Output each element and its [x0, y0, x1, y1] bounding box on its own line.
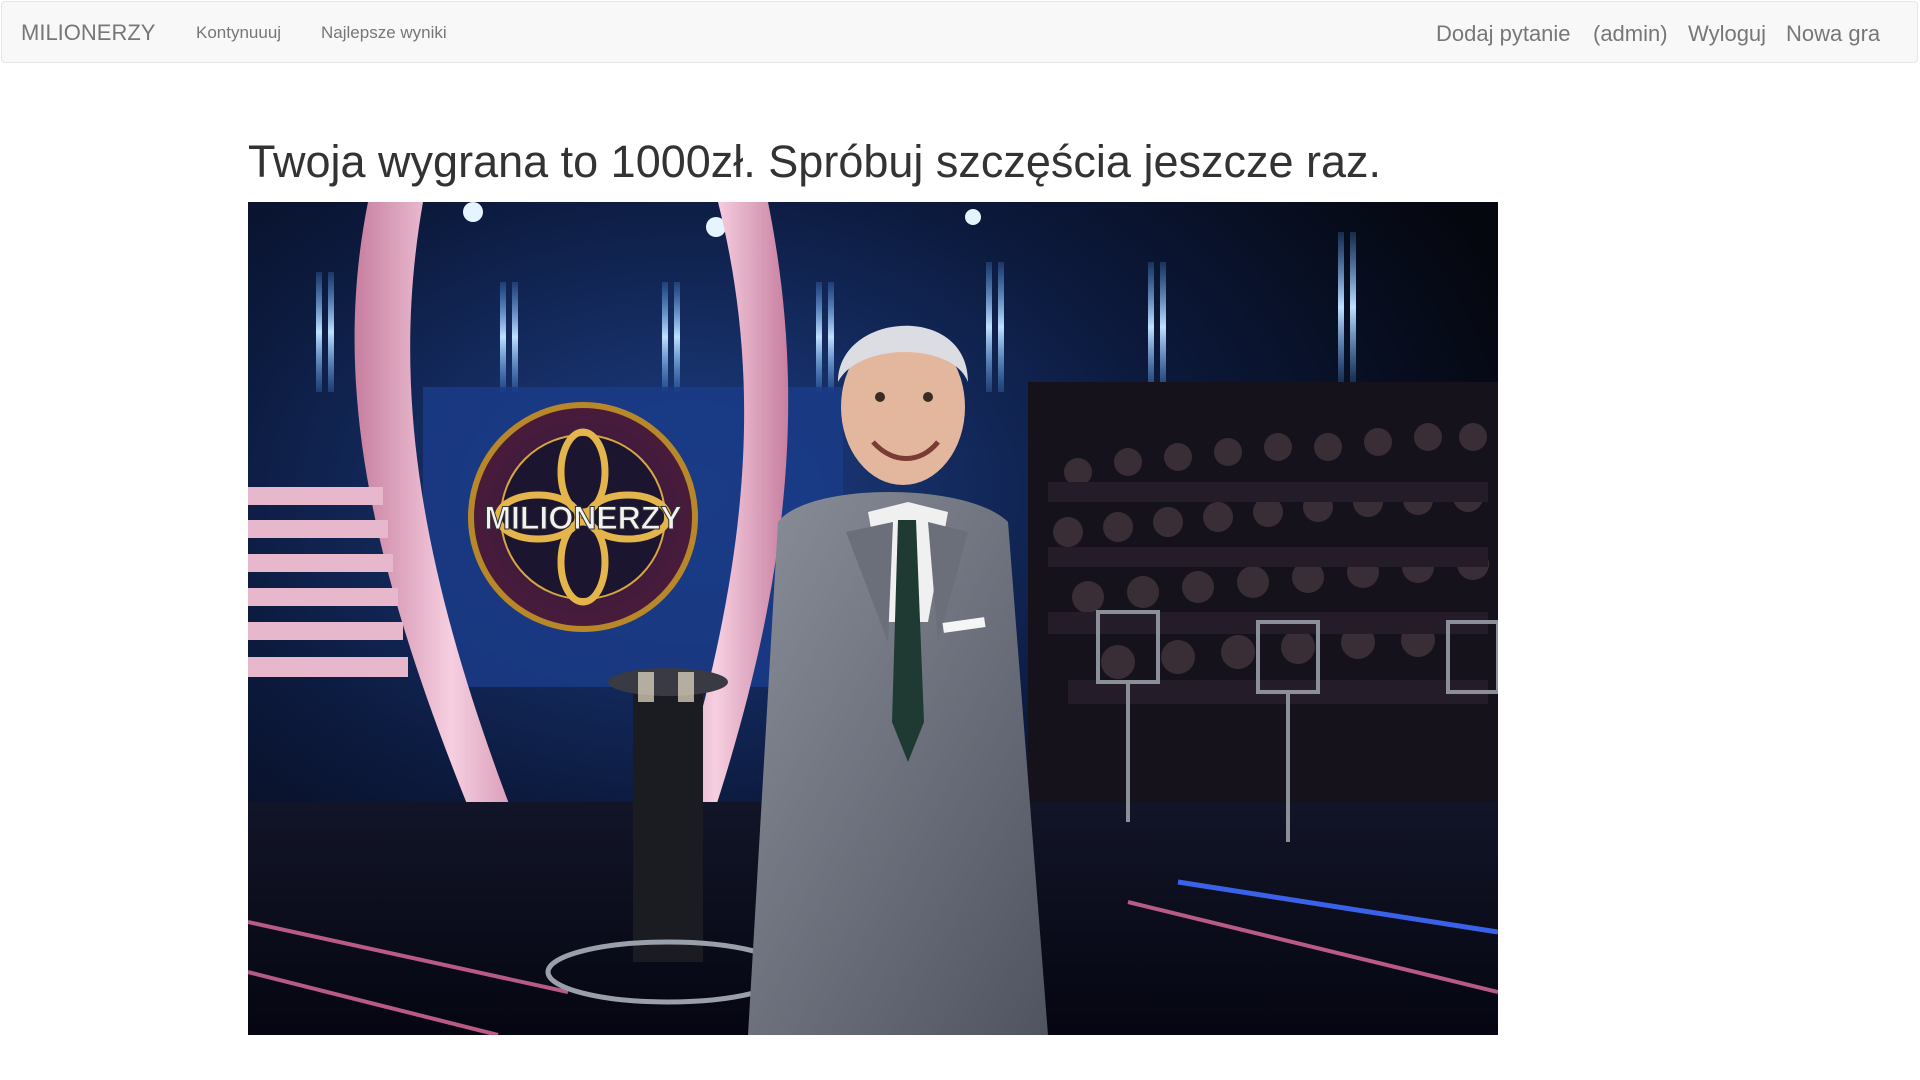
- milionerzy-logo: MILIONERZY: [468, 402, 698, 632]
- nav-link-najlepsze-wyniki[interactable]: Najlepsze wyniki: [321, 23, 447, 43]
- nav-link-nowa-gra[interactable]: Nowa gra: [1786, 21, 1880, 47]
- brand-link[interactable]: MILIONERZY: [21, 20, 155, 46]
- audience: [1028, 382, 1498, 812]
- svg-text:MILIONERZY: MILIONERZY: [484, 500, 681, 536]
- nav-link-admin[interactable]: (admin): [1593, 21, 1668, 47]
- nav-link-kontynuuj[interactable]: Kontynuuuj: [196, 23, 281, 43]
- top-navbar: MILIONERZY Kontynuuuj Najlepsze wyniki D…: [1, 1, 1918, 63]
- page-title: Twoja wygrana to 1000zł. Spróbuj szczęśc…: [248, 136, 1382, 187]
- nav-link-dodaj-pytanie[interactable]: Dodaj pytanie: [1436, 21, 1571, 47]
- studio-photo: MILIONERZY: [248, 202, 1498, 1035]
- nav-link-wyloguj[interactable]: Wyloguj: [1688, 21, 1766, 47]
